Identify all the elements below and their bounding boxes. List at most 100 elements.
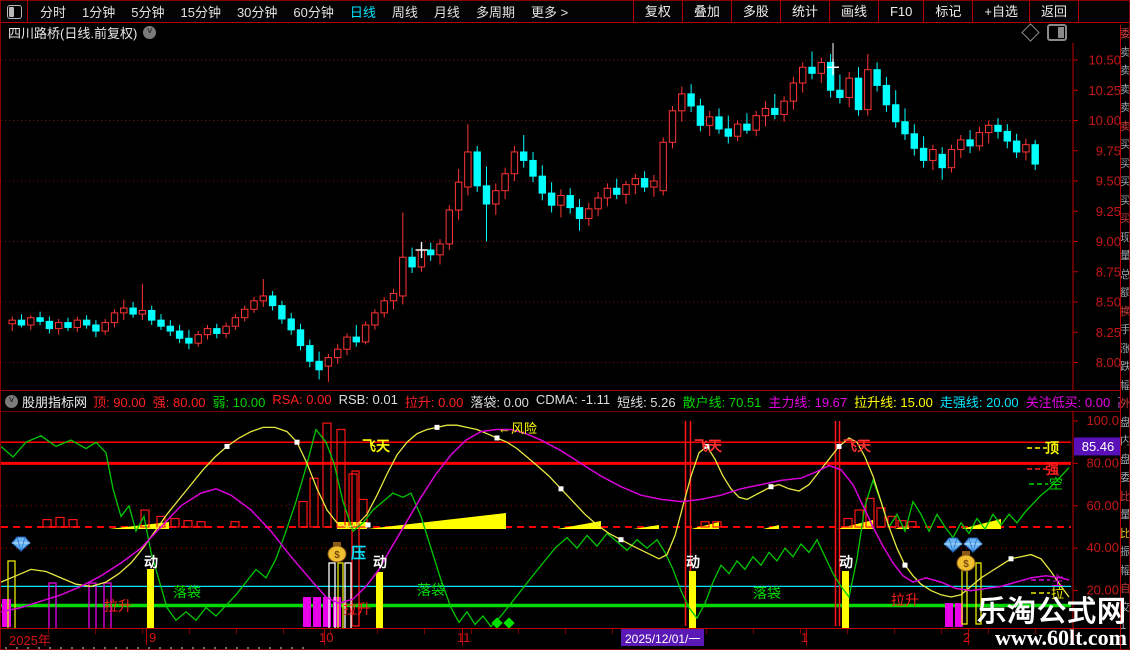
svg-text:40.00: 40.00 [1086,540,1119,555]
date-label: 11 [457,630,471,645]
svg-text:动: 动 [686,554,700,570]
svg-text:拉升: 拉升 [891,592,919,608]
action-F10[interactable]: F10 [877,1,923,22]
indicator-value: RSA: 0.00 [272,391,332,407]
date-axis[interactable]: 2025年 9 10 11 1 2 2025/12/01/一 [1,628,1129,648]
svg-text:8.25: 8.25 [1096,325,1121,340]
svg-text:8.75: 8.75 [1096,264,1121,279]
diamond-marker-icon[interactable] [1021,23,1040,42]
svg-text:10.00: 10.00 [1088,113,1121,128]
action-叠加[interactable]: 叠加 [681,1,731,22]
indicator-header: ˅ 股朋指标网 顶: 90.00 强: 80.00 弱: 10.00 RSA: 0.0… [1,390,1129,412]
action-画线[interactable]: 画线 [828,1,878,22]
svg-text:9.00: 9.00 [1096,234,1121,249]
stock-title[interactable]: 四川路桥(日线.前复权) [8,23,137,42]
indicator-value: 主力线: 19.67 [768,394,848,410]
svg-text:飞天: 飞天 [362,438,391,454]
date-label: 9 [149,630,157,645]
action-多股[interactable]: 多股 [730,1,780,22]
svg-text:动: 动 [144,554,158,570]
gem-icon [963,537,983,554]
svg-text:9.25: 9.25 [1096,204,1121,219]
indicator-name[interactable]: 股朋指标网 [22,392,87,411]
svg-text:80.00: 80.00 [1086,455,1119,470]
period-tab-15分钟[interactable]: 15分钟 [172,2,228,21]
svg-text:10.25: 10.25 [1088,83,1121,98]
date-label: 10 [319,630,334,645]
action-+自选[interactable]: +自选 [972,1,1029,22]
period-tab-分时[interactable]: 分时 [32,2,74,21]
indicator-value: 关注低买: 0.00 [1025,394,1111,410]
svg-text:$: $ [963,559,969,570]
chevron-down-icon[interactable]: ˅ [143,26,157,39]
indicator-value: 落袋: 0.00 [470,394,529,410]
svg-text:空: 空 [1049,476,1063,492]
indicator-value: 弱: 10.00 [212,394,266,410]
svg-text:落袋: 落袋 [417,582,445,598]
svg-text:8.00: 8.00 [1096,355,1121,370]
trading-app-window: 分时 1分钟 5分钟 15分钟 30分钟 60分钟 日线 周线 月线 多周期 更多 > 复权 叠加 多股… [0,0,1130,650]
indicator-value: 顶: 90.00 [93,394,146,410]
watermark: 乐淘公式网 www.60lt.com [977,598,1127,649]
svg-text:9.75: 9.75 [1096,143,1121,158]
indicator-values: 顶: 90.00 强: 80.00 弱: 10.00 RSA: 0.00 RSB: 0.… [93,392,1129,411]
indicator-value: 走强线: 20.00 [939,394,1019,410]
period-tab-5分钟[interactable]: 5分钟 [123,2,172,21]
svg-text:飞天: 飞天 [843,438,872,454]
watermark-site-name: 乐淘公式网 [976,596,1127,628]
period-tab-多周期[interactable]: 多周期 [468,2,523,21]
period-tab-月线[interactable]: 月线 [426,2,468,21]
period-tab-30分钟[interactable]: 30分钟 [229,2,285,21]
svg-text:顶: 顶 [1045,440,1059,456]
period-tab-周线[interactable]: 周线 [384,2,426,21]
chart-corner-icons [1021,23,1067,42]
period-tab-日线[interactable]: 日线 [342,2,384,21]
date-label: 1 [801,630,809,645]
svg-text:压: 压 [351,545,366,562]
svg-text:落袋: 落袋 [753,585,781,601]
highlighted-date: 2025/12/01/一 [621,629,705,646]
clipped-quote-sidebar[interactable]: 委卖卖卖卖卖买买买买买现量总额换手涨跌幅外盘内盘委比量比振幅自交1 [1120,25,1129,649]
indicator-value: 强: 80.00 [152,394,206,410]
indicator-value: 短线: 5.26 [617,394,676,410]
gem-icon [11,536,31,553]
svg-text:拉升: 拉升 [343,601,371,617]
period-tab-更多 >[interactable]: 更多 > [523,2,576,21]
layout-split-icon[interactable] [7,4,22,19]
svg-text:拉升: 拉升 [104,598,132,614]
svg-text:85.46: 85.46 [1082,439,1115,454]
title-bar: 四川路桥(日线.前复权) ˅ [1,23,1129,42]
svg-text:强: 强 [1045,461,1059,477]
indicator-panel[interactable]: 飞天 飞天 飞天 ←风险 落袋 落袋 落袋 拉升 拉升 拉升压动动动动顶强空主拉 $ $100.0 80… [1,411,1129,634]
candlestick-chart[interactable]: 10.50 10.25 10.00 9.75 9.50 9.25 9.00 8.75 8.50 8… [1,43,1129,395]
watermark-url: www.60lt.com [995,625,1127,650]
svg-text:动: 动 [839,554,853,570]
toolbar-actions: 复权 叠加 多股 统计 画线 F10 标记 +自选 返回 [632,1,1079,22]
period-tab-60分钟[interactable]: 60分钟 [285,2,341,21]
svg-text:落袋: 落袋 [173,584,201,600]
period-toolbar: 分时 1分钟 5分钟 15分钟 30分钟 60分钟 日线 周线 月线 多周期 更多 > 复权 叠加 多股… [1,1,1129,23]
svg-text:$: $ [334,550,340,561]
indicator-value: RSB: 0.01 [338,391,398,407]
date-label: 2 [963,630,971,645]
money-bag-icon: $ [956,551,976,572]
action-标记[interactable]: 标记 [923,1,972,22]
action-复权[interactable]: 复权 [632,1,682,22]
svg-text:10.50: 10.50 [1088,53,1121,68]
action-统计[interactable]: 统计 [779,1,829,22]
indicator-value: 拉升线: 15.00 [854,394,933,410]
indicator-value: CDMA: -1.11 [535,391,611,407]
period-tab-1分钟[interactable]: 1分钟 [74,2,123,21]
indicator-value: 拉升: 0.00 [404,394,464,410]
period-tabs: 分时 1分钟 5分钟 15分钟 30分钟 60分钟 日线 周线 月线 多周期 更多 > [32,2,576,21]
divider [27,1,28,22]
svg-text:8.50: 8.50 [1096,295,1121,310]
svg-text:←风险: ←风险 [498,421,537,436]
indicator-value: 散户线: 70.51 [682,394,762,410]
panel-toggle-icon[interactable] [1047,24,1067,41]
money-bag-icon: $ [327,542,347,563]
date-tick [146,629,147,645]
action-返回[interactable]: 返回 [1028,1,1079,22]
svg-text:60.00: 60.00 [1086,498,1119,513]
indicator-collapse-icon[interactable]: ˅ [5,394,18,408]
